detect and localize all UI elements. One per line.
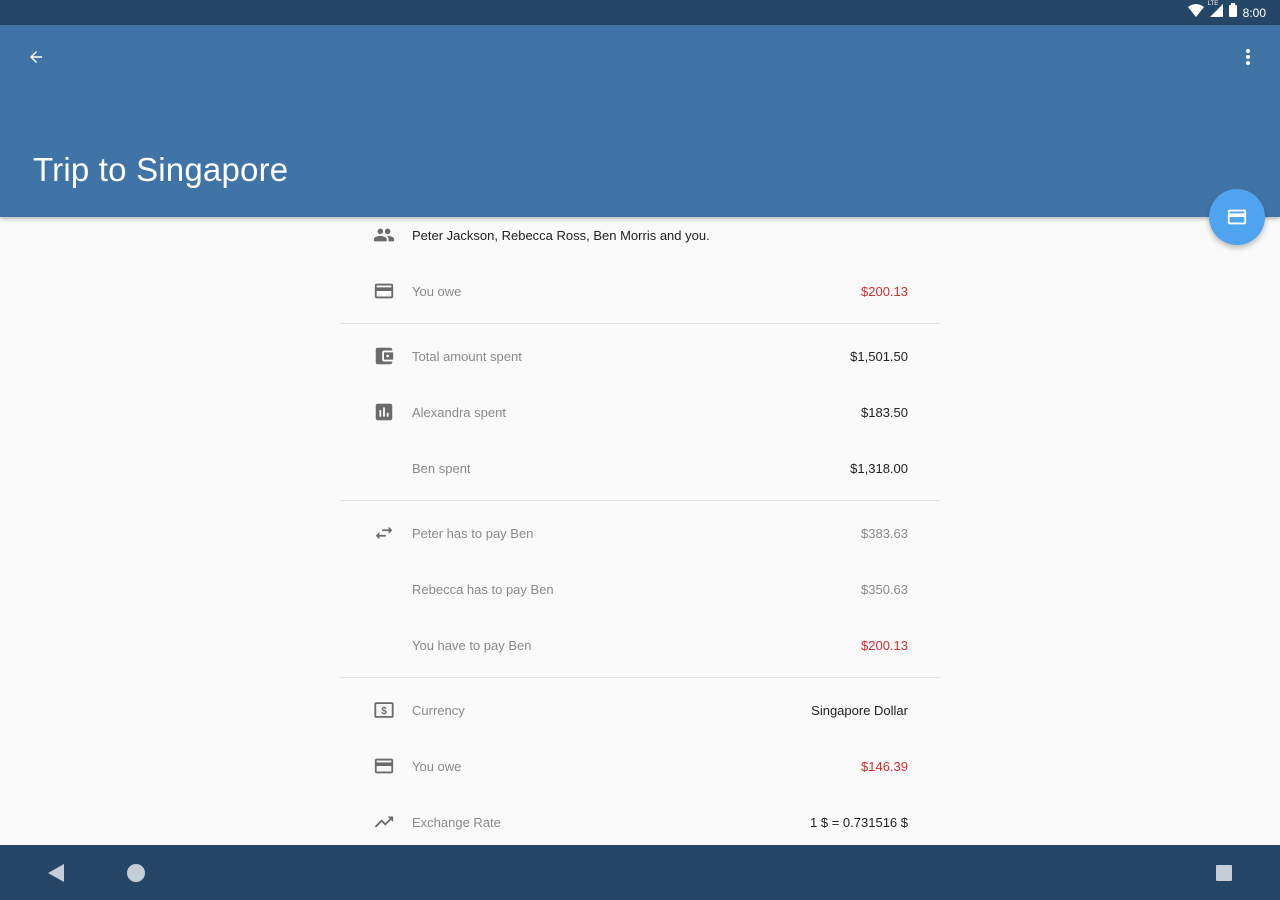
credit-card-icon [372,754,396,778]
status-icons: LTE 8:00 [1187,0,1266,22]
alexandra-spent-label: Alexandra spent [412,404,506,420]
navigation-bar [0,845,1280,900]
exchange-rate-value: 1 $ = 0.731516 $ [810,814,908,830]
divider [340,323,940,324]
you-pay-label: You have to pay Ben [412,637,532,653]
rebecca-pays-row: Rebecca has to pay Ben $350.63 [340,561,940,617]
total-spent-label: Total amount spent [412,348,522,364]
trip-details: Peter Jackson, Rebecca Ross, Ben Morris … [340,207,940,845]
ben-spent-label: Ben spent [412,460,471,476]
divider [340,677,940,678]
total-spent-value: $1,501.50 [850,348,908,364]
peter-pays-value: $383.63 [861,525,908,541]
ben-spent-row: Ben spent $1,318.00 [340,440,940,496]
overflow-menu-button[interactable] [1234,41,1262,73]
back-button[interactable] [20,41,52,73]
app-bar: Trip to Singapore [0,25,1280,217]
square-recents-icon [1216,864,1232,881]
you-pay-row: You have to pay Ben $200.13 [340,617,940,673]
wifi-icon [1187,3,1204,22]
currency-section: $ Currency Singapore Dollar You owe $146… [340,682,940,845]
participants-label: Peter Jackson, Rebecca Ross, Ben Morris … [412,227,710,243]
status-bar: LTE 8:00 [0,0,1280,25]
you-owe-converted-row: You owe $146.39 [340,738,940,794]
currency-value: Singapore Dollar [811,702,908,718]
status-time: 8:00 [1242,5,1266,20]
alexandra-spent-value: $183.50 [861,404,908,420]
you-owe-converted-label: You owe [412,758,462,774]
you-owe-label: You owe [412,283,462,299]
bar-chart-icon [372,400,396,424]
nav-back-button[interactable] [28,845,84,900]
exchange-rate-label: Exchange Rate [412,814,501,830]
people-icon [372,223,396,247]
nav-home-button[interactable] [108,845,164,900]
nav-recents-button[interactable] [1196,845,1252,900]
wallet-icon [372,344,396,368]
you-owe-converted-value: $146.39 [861,758,908,774]
network-type-label: LTE [1207,0,1219,7]
you-owe-value: $200.13 [861,283,908,299]
alexandra-spent-row: Alexandra spent $183.50 [340,384,940,440]
more-vert-icon [1246,49,1250,65]
peter-pays-label: Peter has to pay Ben [412,525,534,541]
page-title: Trip to Singapore [33,151,289,188]
peter-pays-row: Peter has to pay Ben $383.63 [340,505,940,561]
arrow-back-icon [30,51,42,63]
credit-card-icon [372,279,396,303]
swap-icon [372,521,396,545]
currency-icon: $ [372,698,396,722]
you-pay-value: $200.13 [861,637,908,653]
payment-fab-button[interactable] [1209,189,1265,245]
svg-text:$: $ [381,706,387,717]
signal-icon: LTE [1207,0,1223,22]
exchange-rate-row: Exchange Rate 1 $ = 0.731516 $ [340,794,940,845]
triangle-back-icon [48,863,64,882]
participants-section: Peter Jackson, Rebecca Ross, Ben Morris … [340,207,940,319]
rebecca-pays-label: Rebecca has to pay Ben [412,581,554,597]
currency-label: Currency [412,702,465,718]
battery-icon [1228,3,1237,22]
currency-row: $ Currency Singapore Dollar [340,682,940,738]
total-spent-row: Total amount spent $1,501.50 [340,328,940,384]
you-owe-row: You owe $200.13 [340,263,940,319]
rebecca-pays-value: $350.63 [861,581,908,597]
credit-card-icon [1227,209,1247,225]
spending-section: Total amount spent $1,501.50 Alexandra s… [340,328,940,496]
ben-spent-value: $1,318.00 [850,460,908,476]
divider [340,500,940,501]
trending-up-icon [372,810,396,834]
circle-home-icon [127,863,145,882]
settlements-section: Peter has to pay Ben $383.63 Rebecca has… [340,505,940,673]
